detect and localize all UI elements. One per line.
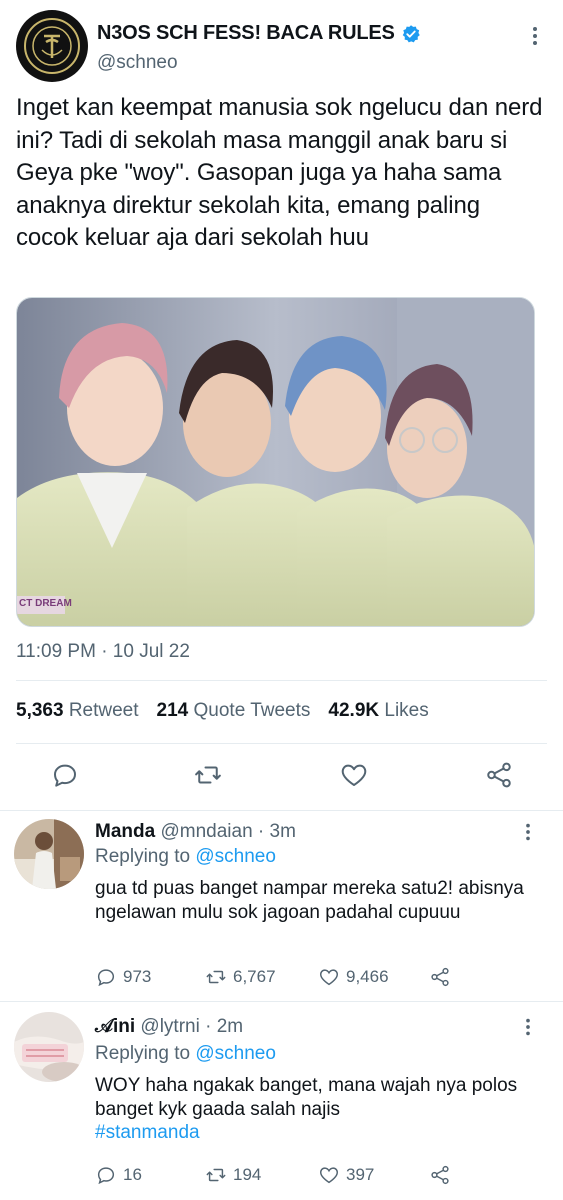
replying-prefix: Replying to xyxy=(95,846,191,867)
tweet-photo[interactable]: CT DREAM xyxy=(16,297,535,627)
replying-to-link[interactable]: @schneo xyxy=(195,846,276,867)
reply-retweet-action[interactable]: 6,767 xyxy=(205,966,276,988)
tweet-text: Inget kan keempat manusia sok ngelucu da… xyxy=(16,94,543,251)
reply-like-action[interactable]: 397 xyxy=(318,1164,374,1186)
quote-count: 214 xyxy=(156,700,189,721)
retweet-stat[interactable]: 5,363 Retweet xyxy=(16,700,139,722)
reply-item[interactable]: Manda @mndaian · 3m Replying to @schneo … xyxy=(0,811,563,1001)
like-stat[interactable]: 42.9K Likes xyxy=(328,700,428,722)
school-logo-icon xyxy=(24,18,80,74)
reply-share-action[interactable] xyxy=(429,1164,451,1186)
quote-label: Quote Tweets xyxy=(193,700,311,721)
account-handle[interactable]: @schneo xyxy=(97,52,178,74)
reply-text: gua td puas banget nampar mereka satu2! … xyxy=(95,878,524,923)
tweet-stats: 5,363 Retweet 214 Quote Tweets 42.9K Lik… xyxy=(16,700,429,722)
retweet-icon xyxy=(206,1168,226,1182)
like-count: 397 xyxy=(346,1165,375,1184)
account-avatar[interactable] xyxy=(16,10,88,82)
retweet-icon[interactable] xyxy=(193,760,223,790)
account-name-text: N3OS SCH FESS! BACA RULES xyxy=(97,22,395,44)
reply-time: · 3m xyxy=(257,821,296,842)
retweet-count: 6,767 xyxy=(233,967,276,986)
more-vertical-icon[interactable] xyxy=(517,821,539,843)
replying-to-link[interactable]: @schneo xyxy=(195,1043,276,1064)
like-count: 9,466 xyxy=(346,967,389,986)
reply-text-body: WOY haha ngakak banget, mana wajah nya p… xyxy=(95,1075,518,1120)
reply-avatar-image xyxy=(14,1012,84,1082)
replying-to: Replying to @schneo xyxy=(95,1043,276,1065)
divider xyxy=(16,680,547,681)
reply-item[interactable]: 𝒜ini @lytrni · 2m Replying to @schneo WO… xyxy=(0,1002,563,1200)
replying-to: Replying to @schneo xyxy=(95,846,276,868)
tweet-actions xyxy=(0,760,563,794)
retweet-label: Retweet xyxy=(68,700,139,721)
reply-count: 16 xyxy=(123,1165,142,1184)
tweet-header: N3OS SCH FESS! BACA RULES @schneo xyxy=(16,10,547,82)
replying-prefix: Replying to xyxy=(95,1043,191,1064)
retweet-count: 5,363 xyxy=(16,700,64,721)
reply-icon xyxy=(97,969,115,987)
reply-hashtag[interactable]: #stanmanda xyxy=(95,1122,200,1143)
divider xyxy=(16,743,547,744)
reply-reply-action[interactable]: 16 xyxy=(95,1164,142,1186)
reply-header: 𝒜ini @lytrni · 2m xyxy=(95,1016,243,1038)
reply-retweet-action[interactable]: 194 xyxy=(205,1164,261,1186)
retweet-icon xyxy=(206,970,226,984)
reply-author-name[interactable]: 𝒜ini xyxy=(95,1016,135,1037)
reply-time: · 2m xyxy=(205,1016,244,1037)
reply-avatar[interactable] xyxy=(14,1012,84,1082)
like-icon[interactable] xyxy=(339,760,369,790)
like-icon xyxy=(320,969,338,986)
reply-icon[interactable] xyxy=(50,760,80,790)
like-icon xyxy=(320,1167,338,1184)
share-icon[interactable] xyxy=(484,760,514,790)
account-name[interactable]: N3OS SCH FESS! BACA RULES xyxy=(97,22,421,45)
reply-header: Manda @mndaian · 3m xyxy=(95,821,296,843)
share-icon xyxy=(431,1165,449,1185)
reply-actions: 16 194 397 xyxy=(95,1164,515,1188)
tweet-timestamp[interactable]: 11:09 PM · 10 Jul 22 xyxy=(16,641,190,663)
retweet-count: 194 xyxy=(233,1165,262,1184)
verified-badge-icon xyxy=(402,24,420,42)
reply-author-handle[interactable]: @mndaian xyxy=(160,821,252,842)
reply-reply-action[interactable]: 973 xyxy=(95,966,151,988)
photo-watermark: CT DREAM xyxy=(19,598,72,609)
reply-text: WOY haha ngakak banget, mana wajah nya p… xyxy=(95,1074,535,1145)
like-count: 42.9K xyxy=(328,700,380,721)
reply-like-action[interactable]: 9,466 xyxy=(318,966,389,988)
reply-actions: 973 6,767 9,466 xyxy=(95,966,515,990)
more-vertical-icon[interactable] xyxy=(523,24,547,48)
quote-stat[interactable]: 214 Quote Tweets xyxy=(157,700,311,722)
more-vertical-icon[interactable] xyxy=(517,1016,539,1038)
reply-avatar-image xyxy=(14,819,84,889)
reply-count: 973 xyxy=(123,967,152,986)
reply-author-handle[interactable]: @lytrni xyxy=(140,1016,199,1037)
reply-avatar[interactable] xyxy=(14,819,84,889)
share-icon xyxy=(431,967,449,987)
reply-author-name[interactable]: Manda xyxy=(95,821,155,842)
group-photo-image xyxy=(17,298,534,626)
reply-share-action[interactable] xyxy=(429,966,451,988)
reply-icon xyxy=(97,1167,115,1185)
like-label: Likes xyxy=(384,700,429,721)
